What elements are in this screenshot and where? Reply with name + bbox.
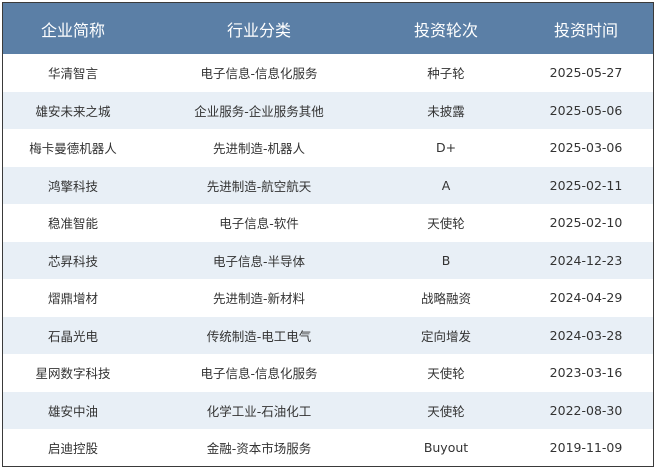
cell-round: 天使轮 [427, 366, 465, 382]
cell-industry: 化学工业-石油化工 [206, 403, 312, 419]
cell-company: 雄安中油 [47, 403, 98, 419]
cell-date: 2025-05-06 [549, 102, 623, 118]
table-row: 稳准智能 电子信息-软件 天使轮 2025-02-10 [3, 204, 653, 242]
cell-company: 梅卡曼德机器人 [29, 141, 117, 157]
cell-round: 未披露 [427, 103, 465, 119]
cell-round: 定向增发 [420, 328, 471, 344]
cell-company: 鸿擎科技 [47, 178, 98, 194]
table-row: 华清智言 电子信息-信息化服务 种子轮 2025-05-27 [3, 54, 653, 92]
cell-date: 2024-03-28 [549, 327, 623, 343]
cell-company: 启迪控股 [47, 441, 98, 457]
cell-date: 2019-11-09 [549, 440, 623, 456]
investment-table: 企业简称 行业分类 投资轮次 投资时间 华清智言 电子信息-信息化服务 种子轮 … [3, 3, 653, 466]
cell-date: 2025-05-27 [549, 65, 623, 81]
cell-company: 石晶光电 [47, 328, 98, 344]
table-row: 石晶光电 传统制造-电工电气 定向增发 2024-03-28 [3, 316, 653, 354]
cell-company: 星网数字科技 [35, 366, 111, 382]
table-row: 雄安中油 化学工业-石油化工 天使轮 2022-08-30 [3, 391, 653, 429]
header-round: 投资轮次 [413, 20, 478, 40]
cell-round: 战略融资 [420, 291, 471, 307]
cell-date: 2024-12-23 [549, 252, 623, 268]
cell-company: 熠鼎增材 [47, 291, 98, 307]
cell-date: 2022-08-30 [549, 402, 623, 418]
cell-date: 2025-02-11 [549, 177, 623, 193]
table-row: 启迪控股 金融-资本市场服务 Buyout 2019-11-09 [3, 429, 653, 466]
cell-round: A [441, 177, 451, 193]
cell-company: 雄安未来之城 [35, 103, 111, 119]
cell-industry: 先进制造-新材料 [212, 291, 305, 307]
cell-round: 种子轮 [427, 66, 465, 82]
table-row: 芯昇科技 电子信息-半导体 B 2024-12-23 [3, 241, 653, 279]
cell-industry: 企业服务-企业服务其他 [194, 103, 324, 119]
cell-company: 华清智言 [47, 66, 98, 82]
table-row: 梅卡曼德机器人 先进制造-机器人 D+ 2025-03-06 [3, 129, 653, 167]
investment-table-container: 企业简称 行业分类 投资轮次 投资时间 华清智言 电子信息-信息化服务 种子轮 … [2, 2, 654, 467]
table-row: 鸿擎科技 先进制造-航空航天 A 2025-02-11 [3, 166, 653, 204]
cell-industry: 电子信息-半导体 [212, 253, 305, 269]
header-date: 投资时间 [553, 20, 618, 40]
cell-industry: 传统制造-电工电气 [206, 328, 312, 344]
table-body: 华清智言 电子信息-信息化服务 种子轮 2025-05-27 雄安未来之城 企业… [3, 54, 653, 466]
header-industry: 行业分类 [226, 20, 291, 40]
cell-industry: 金融-资本市场服务 [206, 441, 312, 457]
cell-industry: 电子信息-信息化服务 [200, 366, 318, 382]
cell-company: 芯昇科技 [47, 253, 98, 269]
cell-industry: 先进制造-航空航天 [206, 178, 312, 194]
cell-round: B [441, 252, 451, 268]
cell-date: 2023-03-16 [549, 365, 623, 381]
cell-date: 2024-04-29 [549, 290, 623, 306]
table-row: 熠鼎增材 先进制造-新材料 战略融资 2024-04-29 [3, 279, 653, 317]
cell-date: 2025-03-06 [549, 140, 623, 156]
cell-round: D+ [435, 140, 457, 156]
cell-round: 天使轮 [427, 403, 465, 419]
header-row: 企业简称 行业分类 投资轮次 投资时间 [3, 3, 653, 54]
cell-industry: 电子信息-软件 [219, 216, 299, 232]
table-row: 雄安未来之城 企业服务-企业服务其他 未披露 2025-05-06 [3, 91, 653, 129]
cell-round: Buyout [423, 440, 469, 456]
cell-industry: 电子信息-信息化服务 [200, 66, 318, 82]
cell-round: 天使轮 [427, 216, 465, 232]
cell-company: 稳准智能 [47, 216, 98, 232]
table-row: 星网数字科技 电子信息-信息化服务 天使轮 2023-03-16 [3, 354, 653, 392]
cell-industry: 先进制造-机器人 [212, 141, 305, 157]
cell-date: 2025-02-10 [549, 215, 623, 231]
header-company: 企业简称 [40, 20, 105, 40]
table-header: 企业简称 行业分类 投资轮次 投资时间 [3, 3, 653, 54]
